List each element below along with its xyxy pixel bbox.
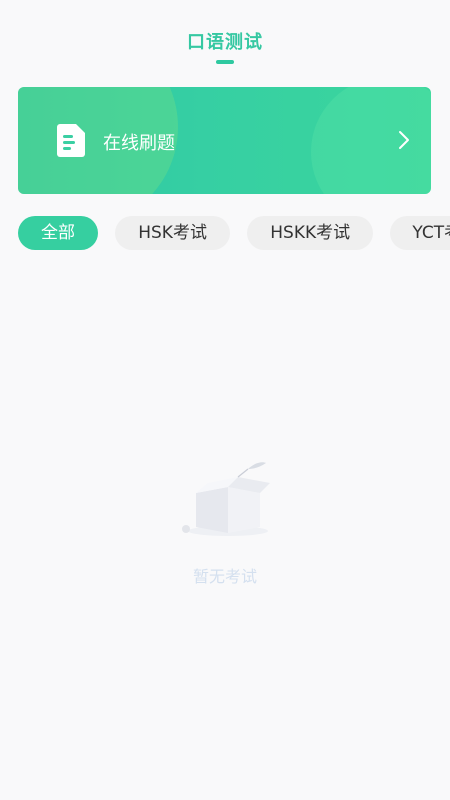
- chevron-right-icon: [399, 131, 409, 149]
- banner-decoration: [311, 87, 431, 194]
- online-practice-banner[interactable]: 在线刷题: [18, 87, 431, 194]
- page-title: 口语测试: [187, 32, 263, 53]
- header: 口语测试: [0, 0, 450, 80]
- exam-filter-tabs: 全部 HSK考试 HSKK考试 YCT考试: [18, 216, 450, 252]
- page: 口语测试 在线刷题 全部 HSK考试 HSKK考试 YCT考试 暂无考试: [0, 0, 450, 800]
- empty-box-icon: [182, 462, 270, 536]
- filter-chip-all[interactable]: 全部: [18, 216, 98, 250]
- filter-chip-hskk[interactable]: HSKK考试: [247, 216, 374, 250]
- empty-state-text: 暂无考试: [192, 567, 257, 586]
- filter-chip-yct[interactable]: YCT考试: [390, 216, 450, 250]
- title-underline: [216, 60, 234, 64]
- document-icon: [57, 124, 85, 157]
- filter-chip-hsk[interactable]: HSK考试: [115, 216, 231, 250]
- banner-label: 在线刷题: [103, 133, 175, 154]
